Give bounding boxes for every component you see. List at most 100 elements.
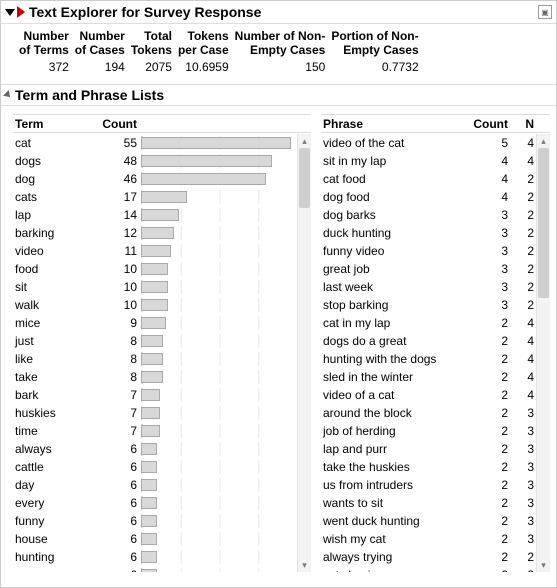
- count-cell: 7: [99, 424, 141, 438]
- term-row[interactable]: house6: [13, 530, 297, 548]
- term-row[interactable]: just8: [13, 332, 297, 350]
- stat-value: 194: [75, 58, 125, 74]
- scroll-thumb[interactable]: [538, 148, 549, 298]
- phrase-row[interactable]: dogs do a great24: [321, 332, 536, 350]
- phrase-row[interactable]: wants to sit23: [321, 494, 536, 512]
- bar: [141, 551, 157, 563]
- term-row[interactable]: bark7: [13, 386, 297, 404]
- bar-cell: [141, 208, 297, 222]
- phrase-row[interactable]: duck hunting32: [321, 224, 536, 242]
- column-header-count[interactable]: Count: [464, 117, 508, 131]
- count-cell: 6: [99, 550, 141, 564]
- n-cell: 4: [508, 316, 536, 330]
- term-row[interactable]: one6: [13, 566, 297, 572]
- stat-column: Numberof Terms372: [19, 30, 69, 74]
- bar: [141, 389, 160, 401]
- phrase-row[interactable]: hunting with the dogs24: [321, 350, 536, 368]
- bar: [141, 461, 157, 473]
- column-header-count[interactable]: Count: [99, 117, 141, 131]
- disclosure-icon[interactable]: [5, 9, 15, 16]
- phrase-row[interactable]: around the block23: [321, 404, 536, 422]
- phrase-row[interactable]: always trying22: [321, 548, 536, 566]
- phrase-list-header: Phrase Count N: [321, 115, 550, 133]
- term-row[interactable]: time7: [13, 422, 297, 440]
- phrase-row[interactable]: funny video32: [321, 242, 536, 260]
- phrase-row[interactable]: last week32: [321, 278, 536, 296]
- term-row[interactable]: lap14: [13, 206, 297, 224]
- term-row[interactable]: dogs48: [13, 152, 297, 170]
- phrase-cell: video of the cat: [321, 136, 464, 150]
- term-row[interactable]: cattle6: [13, 458, 297, 476]
- term-row[interactable]: every6: [13, 494, 297, 512]
- phrase-row[interactable]: video of a cat24: [321, 386, 536, 404]
- phrase-row[interactable]: stop barking32: [321, 296, 536, 314]
- phrase-row[interactable]: video of the cat54: [321, 134, 536, 152]
- term-row[interactable]: hunting6: [13, 548, 297, 566]
- bar: [141, 479, 157, 491]
- bar: [141, 209, 179, 221]
- bar-cell: [141, 460, 297, 474]
- n-cell: 4: [508, 388, 536, 402]
- term-row[interactable]: video11: [13, 242, 297, 260]
- phrase-row[interactable]: cat food42: [321, 170, 536, 188]
- scroll-down-icon[interactable]: ▾: [537, 558, 550, 572]
- term-row[interactable]: food10: [13, 260, 297, 278]
- phrase-row[interactable]: sit in my lap44: [321, 152, 536, 170]
- term-row[interactable]: like8: [13, 350, 297, 368]
- term-cell: bark: [13, 388, 99, 402]
- term-row[interactable]: huskies7: [13, 404, 297, 422]
- bar-cell: [141, 442, 297, 456]
- phrase-cell: stop barking: [321, 298, 464, 312]
- phrase-row[interactable]: dog barks32: [321, 206, 536, 224]
- scroll-thumb[interactable]: [299, 148, 310, 208]
- term-row[interactable]: take8: [13, 368, 297, 386]
- column-header-term[interactable]: Term: [13, 117, 99, 131]
- phrase-row[interactable]: cat chasing22: [321, 566, 536, 572]
- phrase-cell: video of a cat: [321, 388, 464, 402]
- term-row[interactable]: walk10: [13, 296, 297, 314]
- title-bar: Text Explorer for Survey Response ▣: [1, 1, 556, 24]
- term-row[interactable]: funny6: [13, 512, 297, 530]
- phrase-row[interactable]: take the huskies23: [321, 458, 536, 476]
- term-row[interactable]: always6: [13, 440, 297, 458]
- term-cell: dog: [13, 172, 99, 186]
- window-menu-icon[interactable]: ▣: [538, 5, 552, 19]
- phrase-row[interactable]: wish my cat23: [321, 530, 536, 548]
- phrase-scrollbar[interactable]: ▴ ▾: [536, 134, 550, 572]
- term-row[interactable]: sit10: [13, 278, 297, 296]
- term-row[interactable]: barking12: [13, 224, 297, 242]
- phrase-cell: hunting with the dogs: [321, 352, 464, 366]
- phrase-row[interactable]: dog food42: [321, 188, 536, 206]
- scroll-up-icon[interactable]: ▴: [537, 134, 550, 148]
- bar: [141, 335, 163, 347]
- bar-cell: [141, 172, 297, 186]
- term-row[interactable]: day6: [13, 476, 297, 494]
- phrase-row[interactable]: great job32: [321, 260, 536, 278]
- term-row[interactable]: cats17: [13, 188, 297, 206]
- hotspot-menu-icon[interactable]: [17, 6, 25, 18]
- term-row[interactable]: cat55: [13, 134, 297, 152]
- bar-cell: [141, 226, 297, 240]
- phrase-row[interactable]: lap and purr23: [321, 440, 536, 458]
- count-cell: 2: [464, 370, 508, 384]
- count-cell: 6: [99, 514, 141, 528]
- term-row[interactable]: mice9: [13, 314, 297, 332]
- scroll-down-icon[interactable]: ▾: [298, 558, 311, 572]
- term-row[interactable]: dog46: [13, 170, 297, 188]
- bar-cell: [141, 190, 297, 204]
- disclosure-icon[interactable]: [3, 90, 13, 100]
- stat-label: Portion of Non-Empty Cases: [331, 30, 418, 58]
- phrase-row[interactable]: us from intruders23: [321, 476, 536, 494]
- count-cell: 3: [464, 208, 508, 222]
- column-header-n[interactable]: N: [508, 117, 536, 131]
- phrase-row[interactable]: sled in the winter24: [321, 368, 536, 386]
- phrase-row[interactable]: job of herding23: [321, 422, 536, 440]
- scroll-up-icon[interactable]: ▴: [298, 134, 311, 148]
- count-cell: 2: [464, 316, 508, 330]
- column-header-phrase[interactable]: Phrase: [321, 117, 464, 131]
- bar: [141, 173, 266, 185]
- term-scrollbar[interactable]: ▴ ▾: [297, 134, 311, 572]
- count-cell: 2: [464, 334, 508, 348]
- phrase-row[interactable]: cat in my lap24: [321, 314, 536, 332]
- phrase-row[interactable]: went duck hunting23: [321, 512, 536, 530]
